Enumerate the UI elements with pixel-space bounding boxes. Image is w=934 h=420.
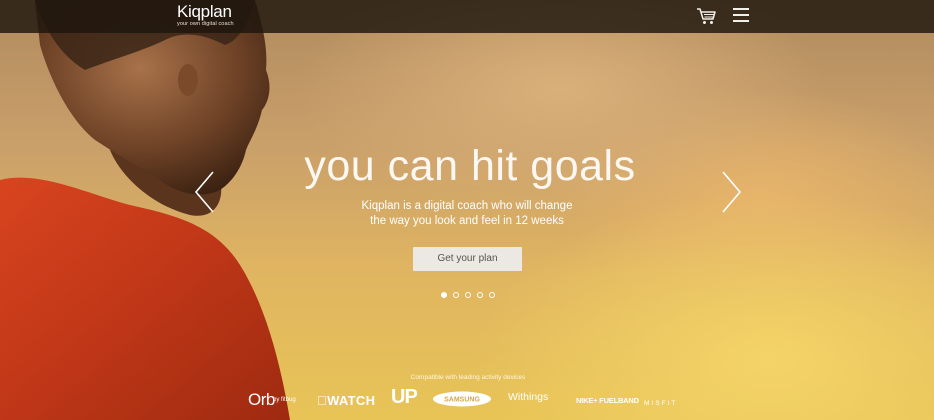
hero-headline: you can hit goals [240, 140, 700, 192]
cart-button[interactable] [695, 6, 717, 26]
carousel-dot-5[interactable] [489, 292, 495, 298]
subhead-line-2: the way you look and feel in 12 weeks [370, 215, 564, 227]
brand-apple-watch-logo: WATCH [317, 393, 375, 408]
brand-withings-logo: Withings [508, 391, 549, 403]
carousel-dot-3[interactable] [465, 292, 471, 298]
chevron-left-icon [194, 171, 214, 213]
brand-samsung-label: SAMSUNG [444, 397, 480, 404]
carousel-dot-2[interactable] [453, 292, 459, 298]
logo-name: Kiqplan [177, 2, 232, 21]
cart-icon [697, 8, 716, 24]
brand-logo[interactable]: Kiqplan your own digital coach [177, 3, 234, 28]
brand-nike-fuelband-logo: NIKE+ FUELBAND [576, 396, 639, 405]
subhead-line-1: Kiqplan is a digital coach who will chan… [361, 200, 573, 212]
logo-tagline: your own digital coach [177, 21, 234, 27]
get-your-plan-button[interactable]: Get your plan [413, 247, 522, 271]
hamburger-menu-icon [733, 8, 751, 22]
brand-up-logo: UP [391, 386, 418, 408]
chevron-right-icon [722, 171, 742, 213]
brand-orb-sub: by fitbug [273, 397, 296, 403]
compatible-devices-label: Compatible with leading activity devices [410, 374, 526, 381]
carousel-dot-4[interactable] [477, 292, 483, 298]
brand-watch-label: WATCH [317, 393, 375, 408]
menu-button[interactable] [733, 8, 751, 24]
apple-icon:  [317, 393, 327, 408]
headline-light: you can [304, 142, 471, 190]
next-slide-button[interactable] [719, 170, 743, 214]
headline-bold: hit goals [470, 142, 636, 190]
top-nav-bar: Kiqplan your own digital coach [0, 0, 934, 33]
hero-subheading: Kiqplan is a digital coach who will chan… [300, 199, 634, 229]
brand-samsung-logo: SAMSUNG [433, 391, 491, 407]
brand-orb-logo: Orb [248, 390, 275, 409]
hero-page: Kiqplan your own digital coach you can h… [0, 0, 934, 420]
device-brand-logos: Orb by fitbug WATCH UP SAMSUNG Withings… [246, 386, 696, 412]
carousel-indicators [441, 292, 495, 300]
carousel-dot-1[interactable] [441, 292, 447, 298]
brand-misfit-logo: MISFIT [644, 400, 678, 407]
prev-slide-button[interactable] [193, 170, 217, 214]
